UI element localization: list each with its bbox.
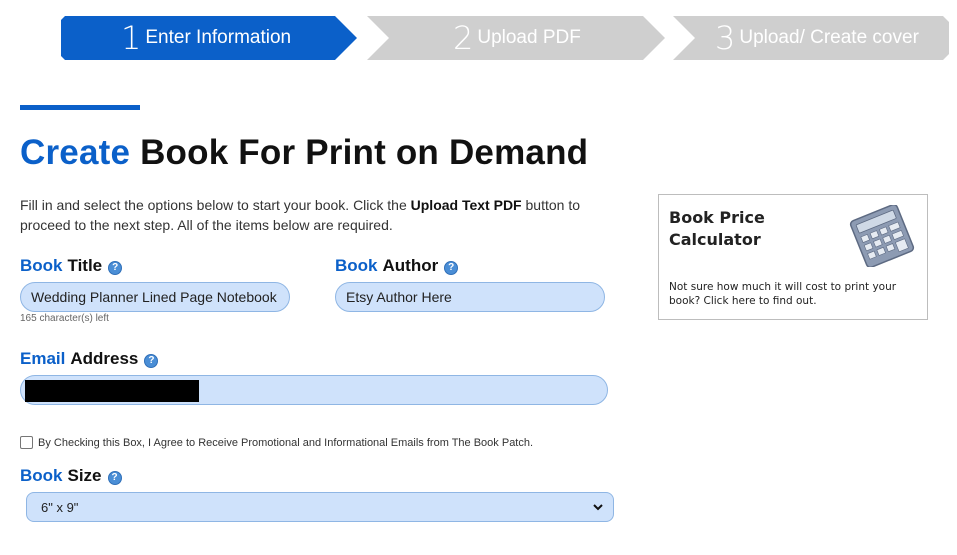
chevron-down-icon	[593, 504, 603, 511]
step-upload-pdf[interactable]: 2 Upload PDF	[367, 16, 665, 60]
book-size-label-rest: Size	[67, 466, 102, 485]
book-author-input[interactable]	[335, 282, 605, 312]
book-price-calculator-card[interactable]: Book Price Calculator Not sure how much …	[658, 194, 928, 320]
step-1-number: 1	[121, 19, 142, 57]
step-3-number: 3	[715, 19, 736, 57]
step-1-label: Enter Information	[145, 27, 292, 48]
book-title-help-icon[interactable]: ?	[108, 260, 123, 275]
book-author-label: Book Author ?	[335, 256, 459, 276]
book-author-help-icon[interactable]: ?	[444, 260, 459, 275]
step-enter-information[interactable]: 1 Enter Information	[61, 16, 357, 60]
calculator-title: Book Price Calculator	[669, 208, 765, 249]
heading-accent-bar	[20, 105, 140, 110]
redaction-fill	[27, 383, 197, 400]
calculator-description: Not sure how much it will cost to print …	[669, 281, 897, 307]
step-2-number: 2	[453, 19, 474, 57]
email-help-icon[interactable]: ?	[144, 353, 159, 368]
promo-email-checkbox[interactable]	[20, 436, 33, 449]
book-size-select[interactable]: 6" x 9"	[26, 492, 614, 522]
book-title-input[interactable]	[20, 282, 290, 312]
email-label-rest: Address	[70, 349, 139, 368]
page-title-accent: Create	[20, 133, 131, 172]
calculator-icon	[849, 205, 915, 267]
book-title-label-accent: Book	[20, 256, 63, 275]
intro-text-bold: Upload Text PDF	[410, 197, 522, 213]
intro-text-start: Fill in and select the options below to …	[20, 197, 411, 213]
step-upload-create-cover[interactable]: 3 Upload/ Create cover	[673, 16, 949, 60]
book-size-label-accent: Book	[20, 466, 63, 485]
email-label-accent: Email	[20, 349, 66, 368]
book-author-label-rest: Author	[382, 256, 439, 275]
intro-text: Fill in and select the options below to …	[20, 195, 630, 235]
promo-email-checkbox-row[interactable]: By Checking this Box, I Agree to Receive…	[20, 436, 533, 449]
promo-email-checkbox-label: By Checking this Box, I Agree to Receive…	[38, 436, 534, 449]
book-size-selected-value: 6" x 9"	[41, 499, 79, 515]
book-size-help-icon[interactable]: ?	[107, 470, 122, 485]
book-size-label: Book Size ?	[20, 466, 122, 486]
step-2-label: Upload PDF	[477, 27, 581, 48]
book-author-label-accent: Book	[335, 256, 378, 275]
email-address-label: Email Address ?	[20, 349, 159, 369]
page-title: Create Book For Print on Demand	[20, 133, 588, 173]
book-title-label-rest: Title	[67, 256, 103, 275]
step-3-label: Upload/ Create cover	[739, 27, 919, 48]
book-title-char-count: 165 character(s) left	[20, 313, 109, 324]
page-title-rest: Book For Print on Demand	[130, 133, 589, 172]
progress-stepper: 1 Enter Information 2 Upload PDF 3 Uploa…	[61, 16, 951, 60]
book-title-label: Book Title ?	[20, 256, 123, 276]
